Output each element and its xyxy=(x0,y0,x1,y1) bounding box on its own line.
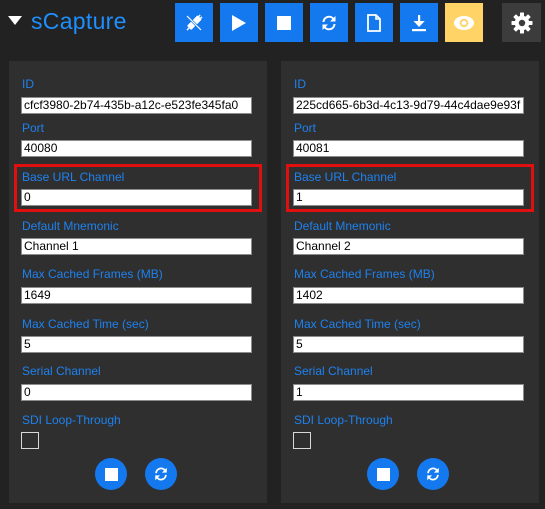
stop-channel-button[interactable] xyxy=(367,458,399,490)
disconnect-button[interactable] xyxy=(175,3,213,42)
new-file-button[interactable] xyxy=(355,3,393,42)
serial-channel-field[interactable]: 1 xyxy=(293,384,524,401)
default-mnemonic-field[interactable]: Channel 1 xyxy=(21,238,252,255)
max-cached-time-field[interactable]: 5 xyxy=(21,336,252,353)
id-field[interactable]: 225cd665-6b3d-4c13-9d79-44c4dae9e93f xyxy=(293,97,524,114)
sdi-loop-through-label: SDI Loop-Through xyxy=(22,413,121,427)
app-title: sCapture xyxy=(31,8,127,34)
sdi-loop-through-checkbox[interactable] xyxy=(293,432,311,449)
download-button[interactable] xyxy=(400,3,438,42)
sync-channel-button[interactable] xyxy=(145,458,177,490)
base-url-channel-label: Base URL Channel xyxy=(294,170,397,184)
play-button[interactable] xyxy=(220,3,258,42)
default-mnemonic-label: Default Mnemonic xyxy=(294,219,391,233)
id-field[interactable]: cfcf3980-2b74-435b-a12c-e523fe345fa0 xyxy=(21,97,252,114)
app-header: sCapture xyxy=(0,0,545,56)
id-label: ID xyxy=(22,77,34,91)
play-icon xyxy=(232,14,246,31)
default-mnemonic-field[interactable]: Channel 2 xyxy=(293,238,524,255)
sdi-loop-through-label: SDI Loop-Through xyxy=(294,413,393,427)
caret-down-icon[interactable] xyxy=(8,16,22,26)
default-mnemonic-label: Default Mnemonic xyxy=(22,219,119,233)
sync-button[interactable] xyxy=(310,3,348,42)
max-cached-frames-label: Max Cached Frames (MB) xyxy=(294,267,435,281)
port-field[interactable]: 40081 xyxy=(293,140,524,157)
preview-toggle-button[interactable] xyxy=(445,3,483,42)
file-icon xyxy=(367,13,381,32)
port-label: Port xyxy=(22,121,45,135)
settings-button[interactable] xyxy=(502,3,541,42)
max-cached-time-label: Max Cached Time (sec) xyxy=(294,317,421,331)
channel-panel-1: ID cfcf3980-2b74-435b-a12c-e523fe345fa0 … xyxy=(9,61,267,503)
stop-channel-button[interactable] xyxy=(95,458,127,490)
base-url-channel-label: Base URL Channel xyxy=(22,170,125,184)
stop-icon xyxy=(376,467,390,481)
download-icon xyxy=(412,14,426,31)
max-cached-frames-field[interactable]: 1649 xyxy=(21,287,252,304)
id-label: ID xyxy=(294,77,306,91)
serial-channel-field[interactable]: 0 xyxy=(21,384,252,401)
base-url-channel-field[interactable]: 0 xyxy=(21,189,252,206)
port-field[interactable]: 40080 xyxy=(21,140,252,157)
eye-icon xyxy=(454,15,474,30)
disconnect-icon xyxy=(186,14,203,31)
sdi-loop-through-checkbox[interactable] xyxy=(21,432,39,449)
serial-channel-label: Serial Channel xyxy=(294,364,373,378)
stop-icon xyxy=(104,467,118,481)
gear-icon xyxy=(511,12,532,33)
max-cached-frames-field[interactable]: 1402 xyxy=(293,287,524,304)
sync-icon xyxy=(155,467,167,481)
sync-icon xyxy=(427,467,439,481)
max-cached-frames-label: Max Cached Frames (MB) xyxy=(22,267,163,281)
port-label: Port xyxy=(294,121,317,135)
base-url-channel-field[interactable]: 1 xyxy=(293,189,524,206)
sync-channel-button[interactable] xyxy=(417,458,449,490)
stop-icon xyxy=(277,15,291,30)
channel-panel-2: ID 225cd665-6b3d-4c13-9d79-44c4dae9e93f … xyxy=(281,61,539,503)
sync-icon xyxy=(322,15,336,30)
max-cached-time-label: Max Cached Time (sec) xyxy=(22,317,149,331)
stop-button[interactable] xyxy=(265,3,303,42)
max-cached-time-field[interactable]: 5 xyxy=(293,336,524,353)
serial-channel-label: Serial Channel xyxy=(22,364,101,378)
